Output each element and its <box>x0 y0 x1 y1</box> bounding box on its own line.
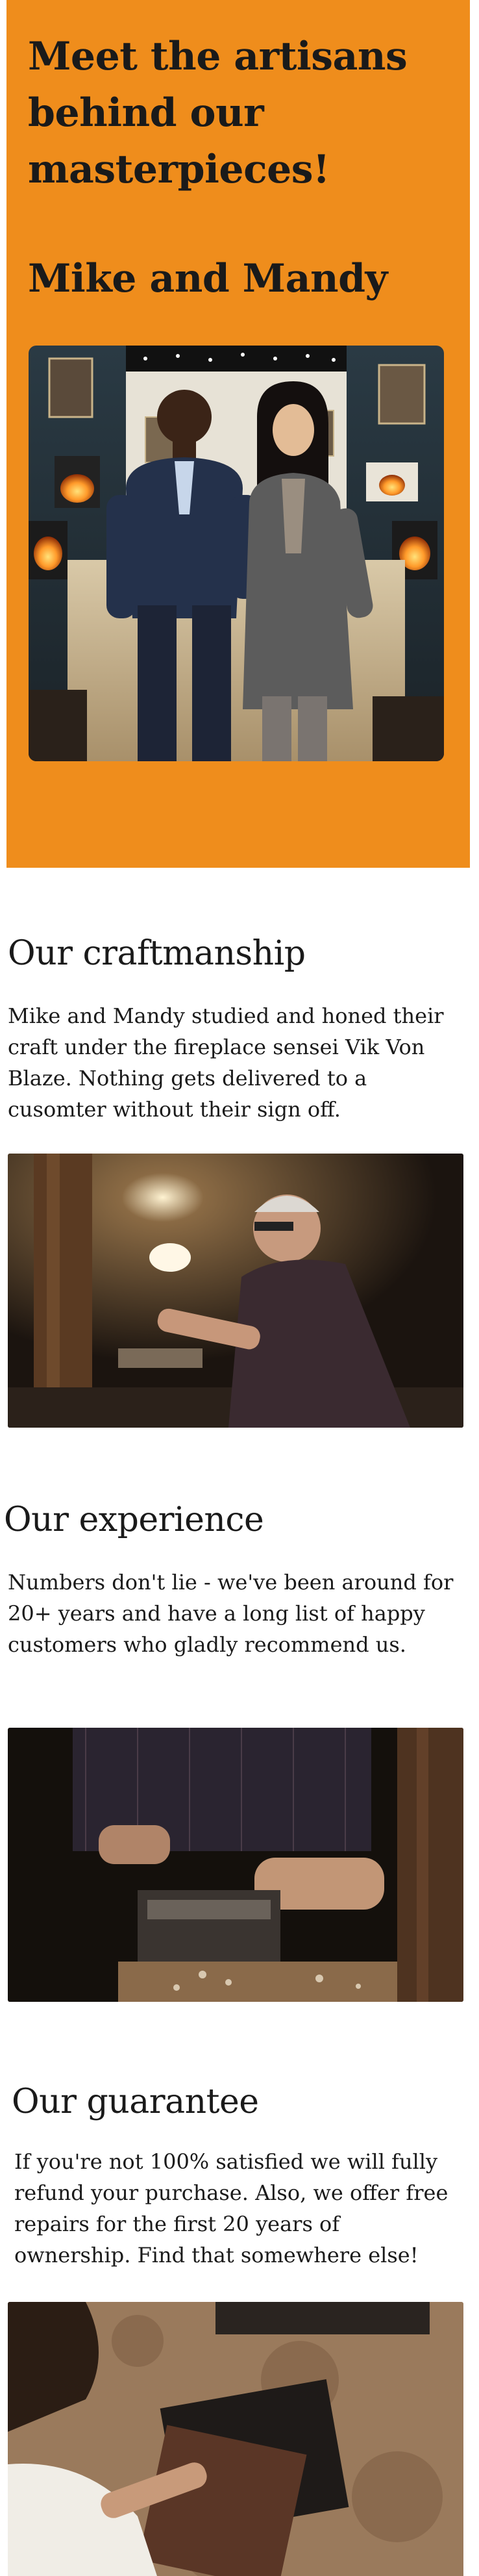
hero-title: Meet the artisans behind our masterpiece… <box>28 34 408 192</box>
guarantee-text: If you're not 100% satisfied we will ful… <box>14 2149 448 2267</box>
experience-text: Numbers don't lie - we've been around fo… <box>8 1570 454 1657</box>
woodworking-photo <box>8 2302 463 2576</box>
experience-heading: Our experience <box>4 1500 264 1539</box>
craftmanship-heading: Our craftmanship <box>8 934 306 973</box>
craftmanship-text: Mike and Mandy studied and honed their c… <box>8 1004 444 1122</box>
artisans-photo <box>29 346 444 761</box>
workshop-hands-photo <box>8 1728 463 2002</box>
craftsman-photo <box>8 1154 463 1428</box>
hero-section: Meet the artisans behind our masterpiece… <box>6 0 470 868</box>
guarantee-heading: Our guarantee <box>12 2082 259 2121</box>
artisan-names: Mike and Mandy <box>28 256 387 301</box>
